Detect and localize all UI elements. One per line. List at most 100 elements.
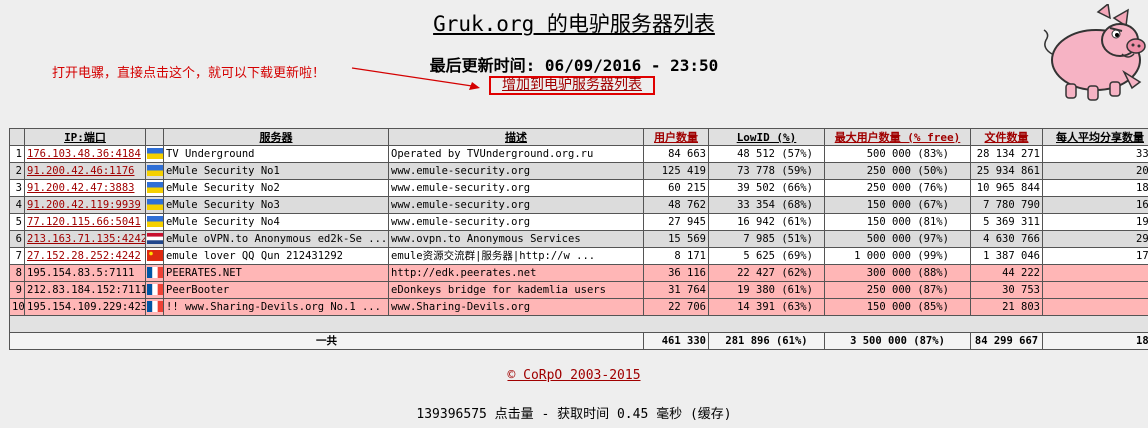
max-users-cell: 250 000 (87%) xyxy=(824,281,971,299)
lowid-percent: (61%) xyxy=(781,215,813,228)
max-users-cell: 150 000 (67%) xyxy=(824,196,971,214)
lowid-percent: (66%) xyxy=(781,181,813,194)
copyright-link[interactable]: © CoRpO 2003-2015 xyxy=(0,368,1148,383)
table-header-row: IP:端口 服务器 描述 用户数量 LowID (%) 最大用户数量 (% fr… xyxy=(9,128,1148,146)
server-ip-link[interactable]: 91.200.42.47:3883 xyxy=(27,182,134,194)
lowid-cell: 33 354 (68%) xyxy=(708,196,825,214)
header-lowid[interactable]: LowID (%) xyxy=(708,128,825,146)
table-row: 4 91.200.42.119:9939 eMule Security No3 www… xyxy=(9,196,1148,214)
header-server[interactable]: 服务器 xyxy=(163,128,389,146)
user-count: 27 945 xyxy=(643,213,709,231)
add-to-server-list-link[interactable]: 增加到电驴服务器列表 xyxy=(489,76,655,95)
row-index: 4 xyxy=(9,196,25,214)
server-name: eMule Security No4 xyxy=(163,213,389,231)
header-ip-port[interactable]: IP:端口 xyxy=(24,128,146,146)
max-users-percent: (88%) xyxy=(917,266,949,279)
total-row: 一共 461 330 281 896 (61%) 3 500 000 (87%)… xyxy=(9,332,1148,350)
ip-port-cell: 212.83.184.152:7111 xyxy=(24,281,146,299)
max-users-cell: 300 000 (88%) xyxy=(824,264,971,282)
max-users-percent: (99%) xyxy=(917,249,949,262)
file-count: 30 753 xyxy=(970,281,1043,299)
lowid-count: 73 778 xyxy=(737,164,775,177)
lowid-percent: (62%) xyxy=(781,266,813,279)
ip-port-cell: 195.154.109.229:4232 xyxy=(24,298,146,316)
lowid-count: 14 391 xyxy=(737,300,775,313)
ua-flag-icon xyxy=(145,179,164,197)
file-count: 10 965 844 xyxy=(970,179,1043,197)
ua-flag-icon xyxy=(145,145,164,163)
user-count: 15 569 xyxy=(643,230,709,248)
max-users-count: 500 000 xyxy=(866,232,911,245)
table-row: 10 195.154.109.229:4232 !! www.Sharing-Dev… xyxy=(9,298,1148,316)
max-users-cell: 250 000 (76%) xyxy=(824,179,971,197)
header-max-users[interactable]: 最大用户数量 (% free) xyxy=(824,128,971,146)
server-ip-link[interactable]: 91.200.42.46:1176 xyxy=(27,165,134,177)
file-count: 5 369 311 xyxy=(970,213,1043,231)
lowid-count: 7 985 xyxy=(743,232,775,245)
lowid-cell: 14 391 (63%) xyxy=(708,298,825,316)
page-title: Gruk.org 的电驴服务器列表 xyxy=(433,12,715,36)
lowid-cell: 22 427 (62%) xyxy=(708,264,825,282)
footer-stats: 139396575 点击量 - 获取时间 0.45 毫秒 (缓存) xyxy=(416,407,732,422)
lowid-count: 16 942 xyxy=(737,215,775,228)
header-index xyxy=(9,128,25,146)
user-count: 48 762 xyxy=(643,196,709,214)
header-files[interactable]: 文件数量 xyxy=(970,128,1043,146)
max-users-percent: (50%) xyxy=(917,164,949,177)
row-index: 6 xyxy=(9,230,25,248)
server-description: www.ovpn.to Anonymous Services xyxy=(388,230,644,248)
lowid-cell: 7 985 (51%) xyxy=(708,230,825,248)
nl-flag-icon xyxy=(145,230,164,248)
avg-share-count: 332 xyxy=(1042,145,1148,163)
server-description: eDonkeys bridge for kademlia users xyxy=(388,281,644,299)
server-description: Operated by TVUnderground.org.ru xyxy=(388,145,644,163)
user-count: 31 764 xyxy=(643,281,709,299)
server-description: www.emule-security.org xyxy=(388,196,644,214)
ip-port-cell: 176.103.48.36:4184 xyxy=(24,145,146,163)
server-ip-link[interactable]: 213.163.71.135:4242 xyxy=(27,233,145,245)
annotation-text: 打开电骡，直接点击这个，就可以下载更新啦！ xyxy=(52,66,326,81)
avg-share-count: 1 xyxy=(1042,281,1148,299)
ip-port-cell: 213.163.71.135:4242 xyxy=(24,230,146,248)
file-count: 21 803 xyxy=(970,298,1043,316)
server-description: www.emule-security.org xyxy=(388,213,644,231)
max-users-percent: (81%) xyxy=(917,215,949,228)
lowid-cell: 16 942 (61%) xyxy=(708,213,825,231)
lowid-percent: (57%) xyxy=(781,147,813,160)
max-users-cell: 500 000 (83%) xyxy=(824,145,971,163)
server-name: emule lover QQ Qun 212431292 xyxy=(163,247,389,265)
server-name: eMule Security No2 xyxy=(163,179,389,197)
table-row: 9 212.83.184.152:7111 PeerBooter eDonkeys b… xyxy=(9,281,1148,299)
table-row: 5 77.120.115.66:5041 eMule Security No4 www… xyxy=(9,213,1148,231)
max-users-count: 150 000 xyxy=(866,198,911,211)
server-ip-link[interactable]: 91.200.42.119:9939 xyxy=(27,199,141,211)
server-ip-link[interactable]: 176.103.48.36:4184 xyxy=(27,148,141,160)
header-users[interactable]: 用户数量 xyxy=(643,128,709,146)
avg-share-count: 1 xyxy=(1042,298,1148,316)
server-ip-text: 195.154.83.5:7111 xyxy=(27,266,135,279)
ip-port-cell: 91.200.42.119:9939 xyxy=(24,196,146,214)
server-ip-link[interactable]: 27.152.28.252:4242 xyxy=(27,250,141,262)
server-description: emule资源交流群|服务器|http://w ... xyxy=(388,247,644,265)
lowid-count: 39 502 xyxy=(737,181,775,194)
avg-share-count: 182 xyxy=(1042,179,1148,197)
table-row: 3 91.200.42.47:3883 eMule Security No2 www.… xyxy=(9,179,1148,197)
cn-flag-icon xyxy=(145,247,164,265)
server-name: eMule oVPN.to Anonymous ed2k-Se ... xyxy=(163,230,389,248)
max-users-percent: (87%) xyxy=(917,283,949,296)
server-name: eMule Security No1 xyxy=(163,162,389,180)
avg-share-count: 1 xyxy=(1042,264,1148,282)
server-table: IP:端口 服务器 描述 用户数量 LowID (%) 最大用户数量 (% fr… xyxy=(9,128,1148,350)
lowid-percent: (69%) xyxy=(781,249,813,262)
user-count: 125 419 xyxy=(643,162,709,180)
ip-port-cell: 91.200.42.47:3883 xyxy=(24,179,146,197)
fr-flag-icon xyxy=(145,281,164,299)
header-description[interactable]: 描述 xyxy=(388,128,644,146)
server-ip-link[interactable]: 77.120.115.66:5041 xyxy=(27,216,141,228)
ip-port-cell: 195.154.83.5:7111 xyxy=(24,264,146,282)
max-users-cell: 500 000 (97%) xyxy=(824,230,971,248)
header-avg-share[interactable]: 每人平均分享数量 xyxy=(1042,128,1148,146)
server-description: www.emule-security.org xyxy=(388,162,644,180)
row-index: 7 xyxy=(9,247,25,265)
lowid-count: 48 512 xyxy=(737,147,775,160)
